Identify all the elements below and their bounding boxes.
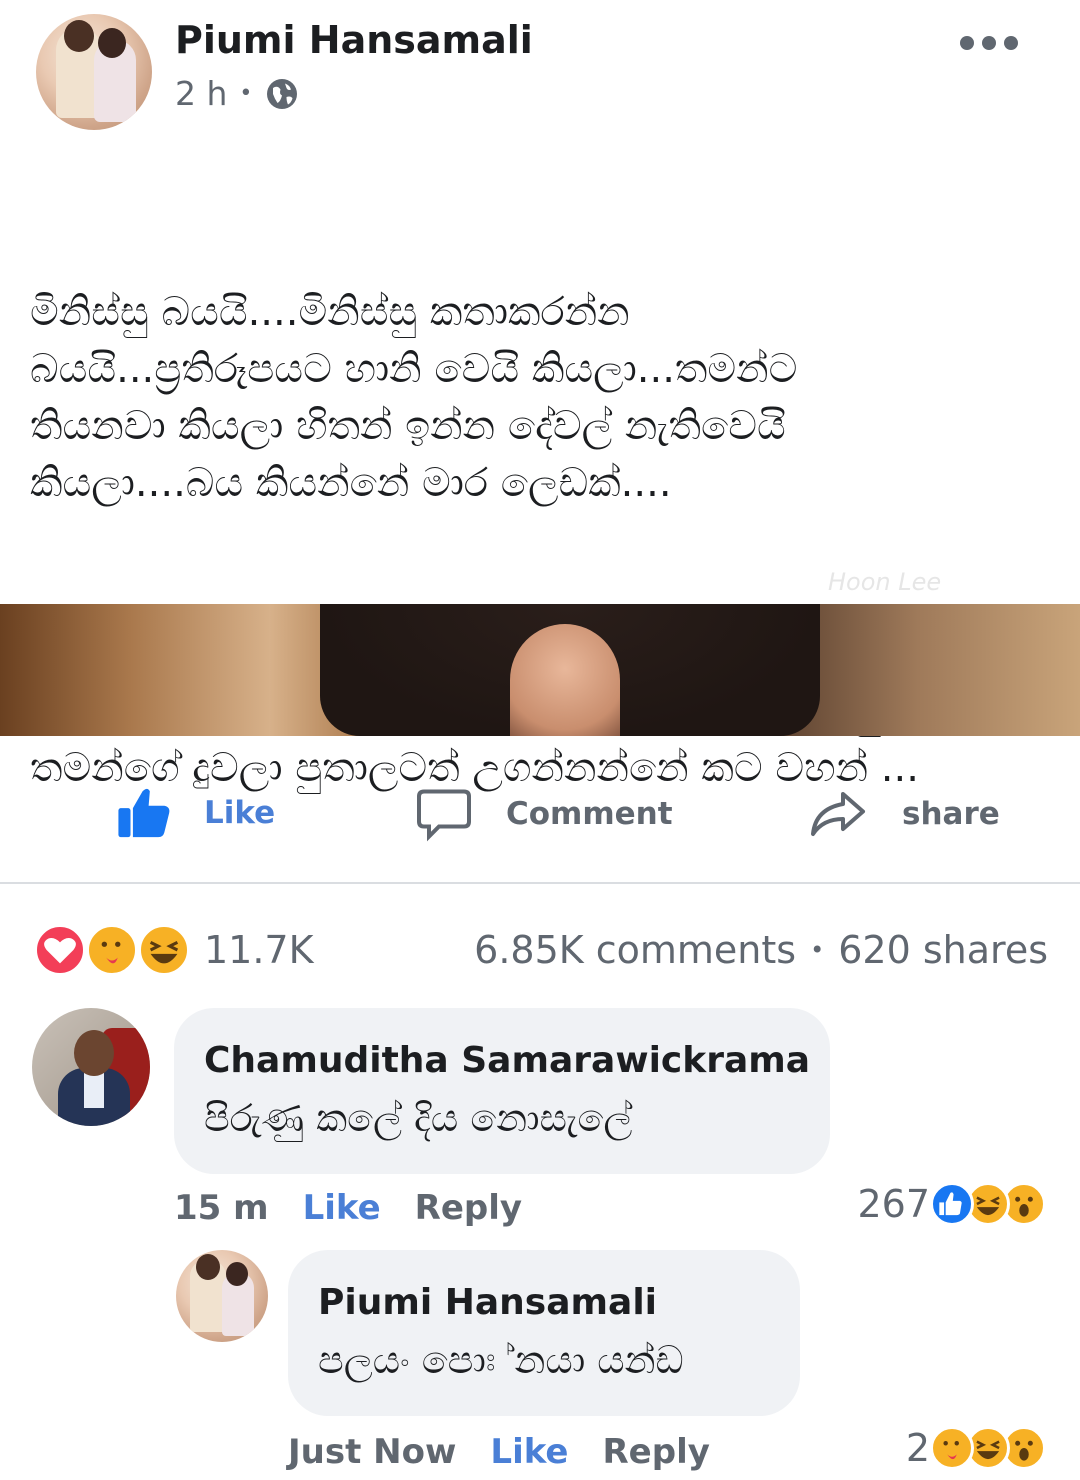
more-dots-icon[interactable]	[960, 36, 1018, 50]
share-count[interactable]: 620 shares	[838, 928, 1048, 972]
reply-reactions[interactable]: 2	[906, 1426, 1046, 1470]
reply-reply-button[interactable]: Reply	[602, 1432, 709, 1472]
reply-author[interactable]: Piumi Hansamali	[318, 1282, 657, 1323]
post-meta: 2 h •	[175, 74, 300, 113]
action-bar: Like Comment share	[0, 740, 1080, 884]
reply-reaction-count: 2	[905, 1426, 930, 1470]
reaction-count[interactable]: 11.7K	[204, 928, 314, 972]
comment-share-counts: 6.85K comments • 620 shares	[474, 928, 1048, 972]
like-button[interactable]: Like	[116, 784, 275, 842]
comment-like-button[interactable]: Like	[303, 1188, 381, 1228]
comment-reactions[interactable]: 267	[857, 1182, 1046, 1226]
care-reaction-icon	[930, 1426, 974, 1470]
comment-count[interactable]: 6.85K comments	[474, 928, 796, 972]
comment-reaction-count: 267	[857, 1182, 930, 1226]
reply-author-avatar[interactable]	[176, 1250, 268, 1342]
share-arrow-icon	[811, 792, 865, 836]
post-header: Piumi Hansamali 2 h •	[0, 0, 1080, 140]
comment-icon	[417, 789, 471, 842]
comment-reply-button[interactable]: Reply	[415, 1188, 522, 1228]
meta-separator: •	[239, 81, 253, 106]
comment-bubble: Chamuditha Samarawickrama පිරුණු කලේ දිය…	[174, 1008, 830, 1174]
post-time[interactable]: 2 h	[175, 74, 227, 113]
comment-time[interactable]: 15 m	[174, 1188, 269, 1228]
commenter-avatar[interactable]	[32, 1008, 150, 1126]
globe-icon	[267, 78, 298, 109]
comment-actions: 15 m Like Reply	[174, 1188, 522, 1228]
post-paragraph-1: මිනිස්සු බයයි....මිනිස්සු කතාකරන්න බයයි.…	[30, 289, 798, 506]
like-label: Like	[204, 795, 276, 831]
thumbs-up-icon	[118, 788, 170, 838]
comment-author[interactable]: Chamuditha Samarawickrama	[204, 1040, 810, 1081]
reply-bubble: Piumi Hansamali පලයං පොඃ ්නයා යන්ඩ	[288, 1250, 800, 1416]
reply-time[interactable]: Just Now	[288, 1432, 456, 1472]
reaction-icons[interactable]	[34, 924, 194, 984]
image-watermark: Hoon Lee	[828, 568, 942, 596]
care-reaction-icon	[86, 924, 138, 976]
love-reaction-icon	[34, 924, 86, 976]
like-reaction-icon	[930, 1182, 974, 1226]
share-button[interactable]: share	[804, 784, 1000, 844]
comment-text: පිරුණු කලේ දිය නොසැලේ	[204, 1096, 633, 1140]
reply-actions: Just Now Like Reply	[288, 1432, 710, 1472]
post-stats: 11.7K 6.85K comments • 620 shares	[0, 910, 1080, 990]
stats-separator: •	[810, 936, 825, 964]
reply-like-button[interactable]: Like	[490, 1432, 568, 1472]
comment-button[interactable]: Comment	[412, 784, 673, 844]
comment-label: Comment	[506, 796, 673, 832]
author-name[interactable]: Piumi Hansamali	[175, 18, 533, 62]
share-label: share	[902, 796, 1000, 832]
haha-reaction-icon	[138, 924, 190, 976]
post-image[interactable]	[0, 604, 1080, 736]
reply-text: පලයං පොඃ ්නයා යන්ඩ	[318, 1338, 684, 1382]
author-avatar[interactable]	[36, 14, 152, 130]
